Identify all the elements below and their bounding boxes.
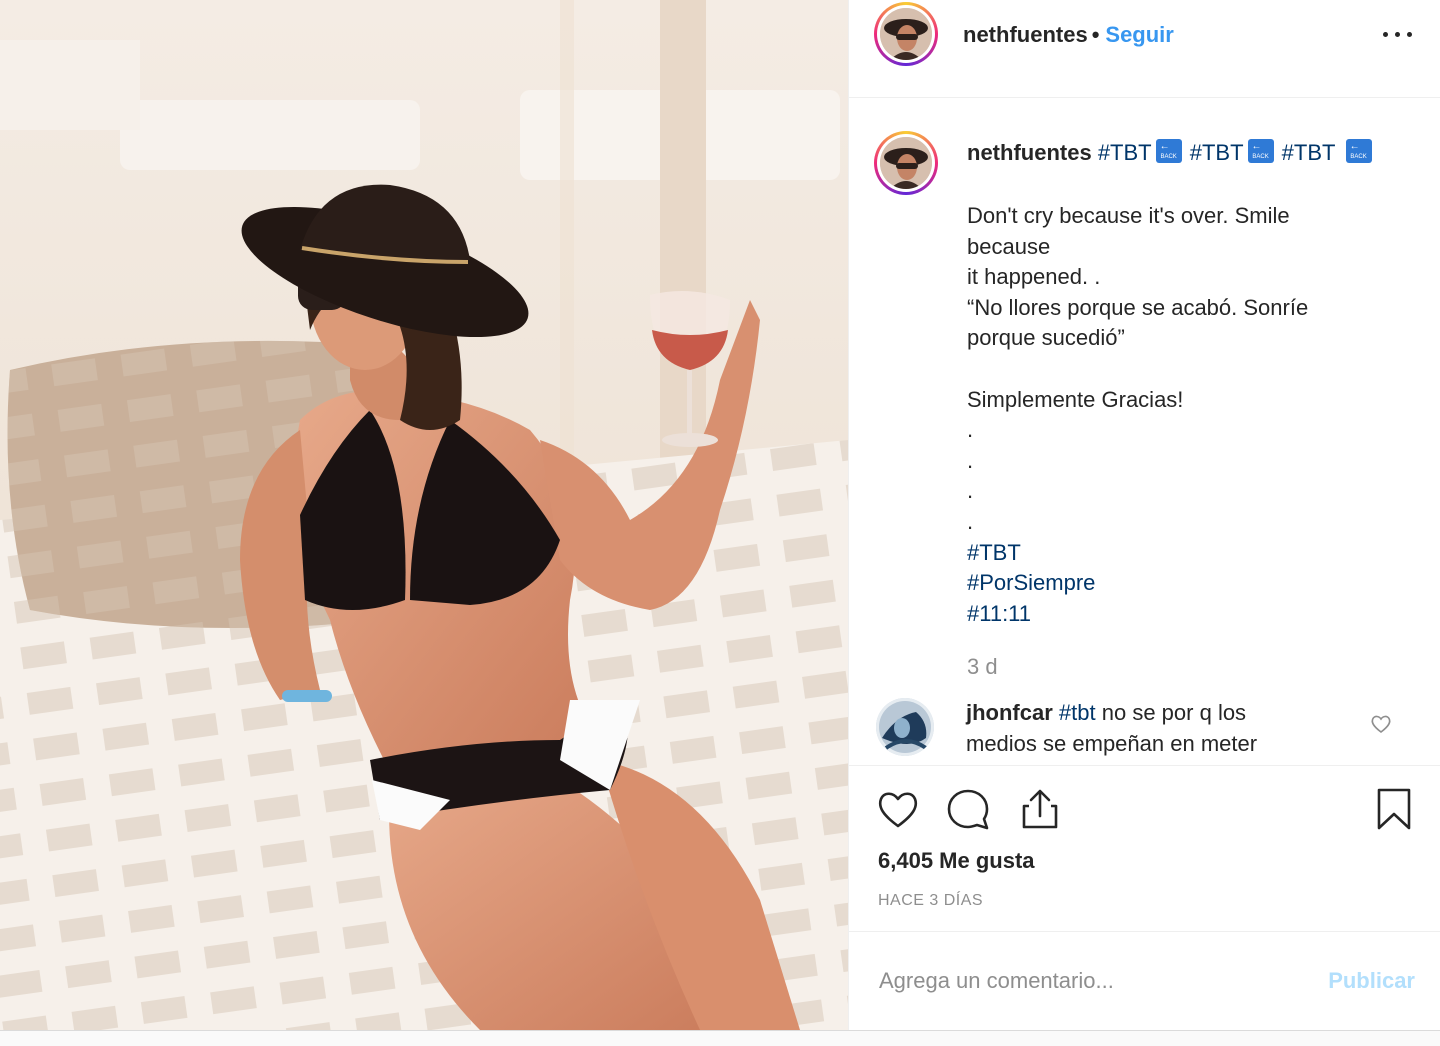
caption-hashtag-1111[interactable]: #11:11 (967, 599, 1387, 630)
posted-date: HACE 3 DÍAS (878, 892, 984, 909)
likes-count[interactable]: 6,405 Me gusta (878, 848, 1035, 874)
comment-hashtag[interactable]: #tbt (1059, 700, 1096, 725)
caption-hashtag[interactable]: #TBT (1098, 140, 1152, 165)
caption-line: porque sucedió” (967, 325, 1125, 351)
caption-header: nethfuentes #TBT ← BACK #TBT ← BACK #TBT ← BA… (967, 138, 1374, 168)
bookmark-icon[interactable] (1371, 786, 1417, 832)
comment-icon[interactable] (945, 786, 991, 832)
separator-dot: • (1091, 22, 1100, 47)
caption-line: it happened. . (967, 264, 1101, 290)
caption-hashtag[interactable]: #TBT (1282, 140, 1336, 165)
caption-line (967, 354, 1387, 385)
author-avatar[interactable] (874, 2, 938, 66)
caption-hashtag[interactable]: #TBT (1190, 140, 1244, 165)
caption-time-ago[interactable]: 3 d (967, 654, 998, 680)
caption-line: Simplemente Gracias! (967, 386, 1184, 412)
comment-item: jhonfcar #tbt no se por q los medios se … (849, 696, 1440, 763)
heart-icon[interactable] (875, 786, 921, 832)
back-arrow-emoji-icon: ← BACK (1345, 139, 1372, 163)
caption-line: “No llores porque se acabó. Sonríe (967, 294, 1309, 320)
post-actions: 6,405 Me gusta HACE 3 DÍAS (849, 765, 1440, 931)
instagram-post: nethfuentes • Seguir nethfuentes #TBT ← … (0, 0, 1440, 1031)
avatar-image (880, 8, 932, 60)
back-arrow-emoji-icon: ← BACK (1247, 139, 1274, 163)
commenter-avatar[interactable] (876, 698, 934, 756)
comments-list[interactable]: nethfuentes #TBT ← BACK #TBT ← BACK #TBT ← BA… (849, 98, 1440, 763)
caption-line: because (967, 233, 1051, 259)
caption-line: . (967, 508, 974, 534)
publish-button[interactable]: Publicar (1328, 968, 1415, 994)
caption-username[interactable]: nethfuentes (967, 140, 1092, 165)
caption-hashtag-tbt[interactable]: #TBT (967, 538, 1387, 569)
more-dots-icon (1383, 32, 1388, 37)
caption-hashtag-porsiempre[interactable]: #PorSiempre (967, 568, 1387, 599)
comment-like-heart-icon[interactable] (1369, 712, 1393, 736)
caption-line: . (967, 417, 974, 443)
author-username[interactable]: nethfuentes (963, 22, 1088, 47)
caption-line: . (967, 447, 974, 473)
header-user-line: nethfuentes • Seguir (963, 20, 1174, 50)
post-photo[interactable] (0, 0, 848, 1030)
back-arrow-emoji-icon: ← BACK (1155, 139, 1182, 163)
post-side-panel: nethfuentes • Seguir nethfuentes #TBT ← … (848, 0, 1440, 1030)
comment-text: jhonfcar #tbt no se por q los medios se … (966, 698, 1336, 759)
caption-author-avatar[interactable] (874, 131, 938, 195)
post-photo-illustration (0, 0, 848, 1030)
avatar-image (880, 137, 932, 189)
caption-line: Don't cry because it's over. Smile (967, 203, 1290, 228)
comment-body-line1: no se por q los (1101, 700, 1247, 725)
add-comment-bar: Publicar (849, 931, 1440, 1031)
caption-line: . (967, 478, 974, 504)
follow-button[interactable]: Seguir (1105, 22, 1173, 47)
more-options-button[interactable] (1381, 22, 1415, 46)
share-icon[interactable] (1017, 786, 1063, 832)
comment-body-line2: medios se empeñan en meter (966, 730, 1258, 756)
post-header: nethfuentes • Seguir (849, 0, 1440, 98)
commenter-username[interactable]: jhonfcar (966, 700, 1053, 725)
comment-input[interactable] (877, 958, 1301, 1004)
caption-text: Don't cry because it's over. Smile becau… (967, 201, 1387, 629)
